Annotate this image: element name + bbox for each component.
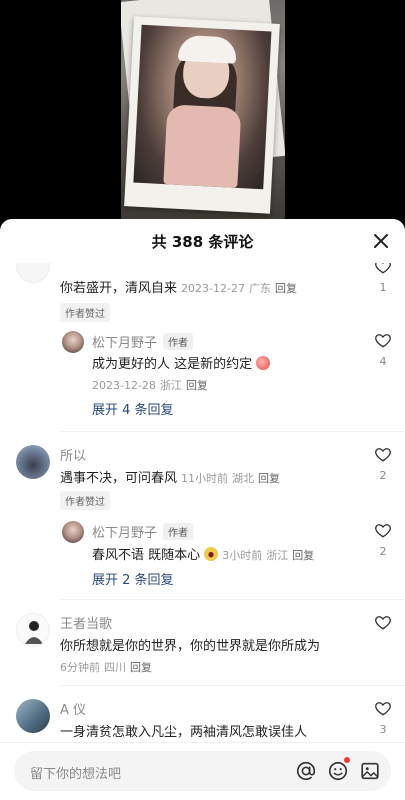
avatar[interactable]	[62, 331, 84, 353]
like-button[interactable]: 2	[373, 445, 393, 482]
reply-meta: 2023-12-28 浙江 回复	[92, 379, 208, 392]
like-button[interactable]	[373, 613, 393, 635]
like-count: 2	[379, 469, 387, 482]
reply-link[interactable]: 回复	[275, 282, 297, 295]
image-icon[interactable]	[359, 760, 381, 782]
emoji-icon[interactable]	[327, 757, 350, 782]
comment-sheet: 共 388 条评论 你若盛开，清风自来 2023-12-27 广东 回复 作者赞过 1…	[0, 219, 405, 800]
author-tag: 作者	[163, 333, 194, 350]
comment-input[interactable]: 留下你的想法吧	[14, 751, 391, 791]
scream-emoji	[204, 547, 219, 561]
sheet-header: 共 388 条评论	[0, 219, 405, 263]
like-button[interactable]: 2	[373, 521, 393, 558]
input-placeholder: 留下你的想法吧	[30, 767, 122, 782]
like-button[interactable]: 1	[373, 263, 393, 294]
comment-input-bar: 留下你的想法吧	[0, 742, 405, 800]
divider	[60, 431, 405, 432]
reply-link[interactable]: 回复	[292, 549, 314, 562]
post-photo	[121, 0, 285, 222]
divider	[60, 599, 405, 600]
author-tag: 作者	[163, 523, 194, 540]
reply-link[interactable]: 回复	[258, 472, 280, 485]
comment-meta: 6分钟前 四川 回复	[60, 661, 152, 674]
avatar[interactable]	[16, 263, 50, 283]
reply-link[interactable]: 回复	[130, 661, 152, 674]
avatar[interactable]	[16, 445, 50, 479]
reply-text[interactable]: 春风不语 既随本心 3小时前 浙江 回复	[92, 544, 314, 563]
comment-text[interactable]: 一身清贫怎敢入凡尘，两袖清风怎敢误佳人	[60, 721, 307, 740]
heart-icon	[375, 334, 391, 348]
like-count: 1	[379, 281, 387, 294]
comment-text[interactable]: 遇事不决，可问春风 11小时前 湖北 回复	[60, 467, 280, 486]
comment-author[interactable]: 所以	[60, 445, 86, 464]
heart-icon	[375, 524, 391, 538]
notification-dot	[344, 757, 350, 763]
heart-icon	[375, 702, 391, 716]
avatar[interactable]	[16, 613, 50, 647]
reply-link[interactable]: 回复	[186, 379, 208, 392]
video-preview[interactable]	[0, 0, 405, 222]
like-count: 4	[379, 355, 387, 368]
comment-text[interactable]: 你若盛开，清风自来 2023-12-27 广东 回复	[60, 277, 297, 296]
heart-icon	[375, 616, 391, 630]
reply-author[interactable]: 松下月野子 作者	[92, 522, 194, 541]
comment-author[interactable]: 王者当歌	[60, 613, 112, 632]
like-button[interactable]: 4	[373, 331, 393, 368]
like-count: 3	[379, 723, 387, 736]
heart-icon	[375, 448, 391, 462]
reply-text[interactable]: 成为更好的人 这是新的约定	[92, 353, 271, 372]
comment-text[interactable]: 你所想就是你的世界，你的世界就是你所成为	[60, 635, 320, 654]
author-liked-badge: 作者赞过	[60, 303, 110, 322]
close-icon[interactable]	[369, 229, 393, 253]
at-icon[interactable]	[295, 760, 317, 782]
portrait-image	[133, 24, 272, 190]
author-liked-badge: 作者赞过	[60, 491, 110, 510]
reply-author[interactable]: 松下月野子 作者	[92, 332, 194, 351]
comment-author[interactable]: A 仪	[60, 699, 86, 718]
like-button[interactable]: 3	[373, 699, 393, 736]
divider	[60, 685, 405, 686]
peach-emoji	[256, 356, 271, 370]
expand-replies-link[interactable]: 展开 4 条回复	[92, 399, 174, 418]
avatar[interactable]	[62, 521, 84, 543]
polaroid-photo	[124, 16, 280, 214]
like-count: 2	[379, 545, 387, 558]
comment-list[interactable]: 你若盛开，清风自来 2023-12-27 广东 回复 作者赞过 1 松下月野子 作者 成…	[0, 263, 405, 747]
comment-count-title: 共 388 条评论	[151, 232, 254, 251]
heart-icon	[375, 263, 391, 274]
avatar[interactable]	[16, 699, 50, 733]
expand-replies-link[interactable]: 展开 2 条回复	[92, 569, 174, 588]
